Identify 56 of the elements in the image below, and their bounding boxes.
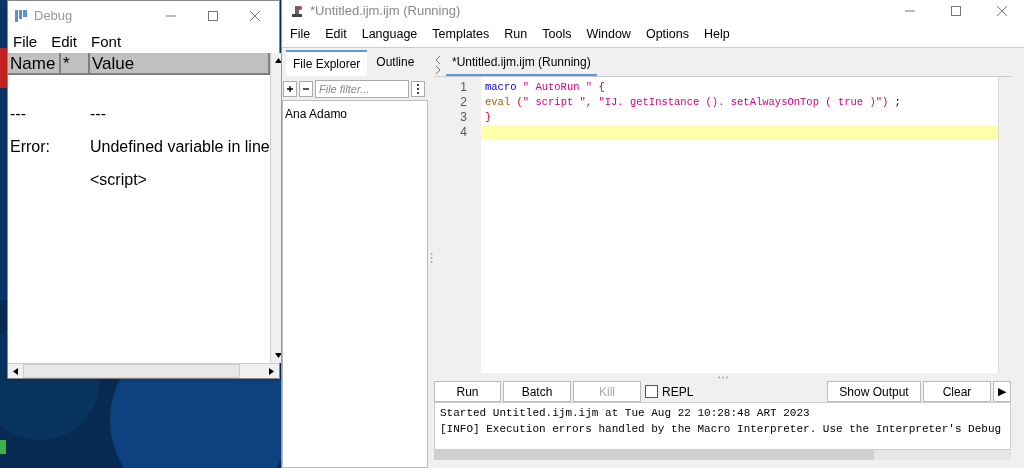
line-number: 3 <box>460 110 467 124</box>
app-icon <box>14 9 28 23</box>
minus-icon[interactable] <box>299 81 313 97</box>
close-icon[interactable] <box>996 5 1008 17</box>
plus-icon[interactable] <box>283 81 297 97</box>
line-number: 4 <box>460 125 467 139</box>
button[interactable]: Show Output <box>827 381 921 402</box>
menu-item[interactable]: Run <box>504 25 528 44</box>
window-title: *Untitled.ijm.ijm (Running) <box>310 2 462 21</box>
window-title: Debug <box>34 7 74 26</box>
menu-item[interactable]: Options <box>645 25 689 44</box>
filter-field[interactable]: File filter... <box>315 80 409 98</box>
menu-item[interactable]: Language <box>361 25 418 44</box>
code-line: } <box>485 111 492 123</box>
menu-item[interactable]: File <box>290 25 311 44</box>
scrollbar-thumb[interactable] <box>434 450 874 460</box>
maximize-icon[interactable] <box>207 10 219 22</box>
table-cell: --- <box>90 104 106 122</box>
horizontal-scrollbar[interactable] <box>434 450 1011 460</box>
menu-item[interactable]: Edit <box>325 25 347 44</box>
menu-item[interactable]: Font <box>91 30 122 54</box>
button[interactable]: Batch <box>503 381 571 402</box>
line-number: 2 <box>460 95 467 109</box>
menu-item[interactable]: Help <box>704 25 730 44</box>
repl-checkbox[interactable]: REPL <box>645 382 694 401</box>
maximize-icon[interactable] <box>950 5 962 17</box>
menu-item[interactable]: Window <box>586 25 631 44</box>
scrollbar-thumb[interactable] <box>23 364 240 378</box>
code-line: eval (" script ", "IJ. getInstance (). setAlwaysOnTop ( true )") ; <box>485 96 901 108</box>
button[interactable]: Clear <box>923 381 991 402</box>
table-cell: <script> <box>90 170 147 188</box>
column-header[interactable]: Name <box>8 53 61 73</box>
menu-item[interactable]: Tools <box>542 25 572 44</box>
tab[interactable]: File Explorer <box>286 50 368 76</box>
tab[interactable]: Outline <box>369 50 422 76</box>
menu-item[interactable]: Edit <box>51 30 78 54</box>
menu-item[interactable]: Templates <box>432 25 490 44</box>
horizontal-scrollbar[interactable] <box>8 363 279 378</box>
menu-item[interactable]: File <box>13 30 38 54</box>
output-line: [INFO] Execution errors handled by the Macro Interpreter. Use the Interpreter's Debug <box>440 423 1002 435</box>
tree-entry[interactable]: Ana Adamo <box>285 107 348 121</box>
close-icon[interactable] <box>249 10 261 22</box>
expand-button[interactable]: ▶ <box>993 381 1011 402</box>
line-number: 1 <box>460 80 467 94</box>
table-cell: Error: <box>10 137 50 155</box>
output-line: Started Untitled.ijm.ijm at Tue Aug 22 10:28:48 ART 2023 <box>440 407 810 419</box>
button[interactable]: Run <box>434 381 501 402</box>
microscope-icon <box>290 4 304 18</box>
table-cell: Undefined variable in line <box>90 137 270 155</box>
collapse-arrows-icon[interactable] <box>434 54 442 76</box>
splitter-handle-icon[interactable] <box>429 252 433 264</box>
column-header[interactable]: * <box>61 53 90 73</box>
code-line: macro " AutoRun " { <box>485 81 605 93</box>
more-options-icon[interactable] <box>411 81 425 97</box>
splitter-handle-icon[interactable] <box>716 375 729 379</box>
table-cell: --- <box>10 104 26 122</box>
